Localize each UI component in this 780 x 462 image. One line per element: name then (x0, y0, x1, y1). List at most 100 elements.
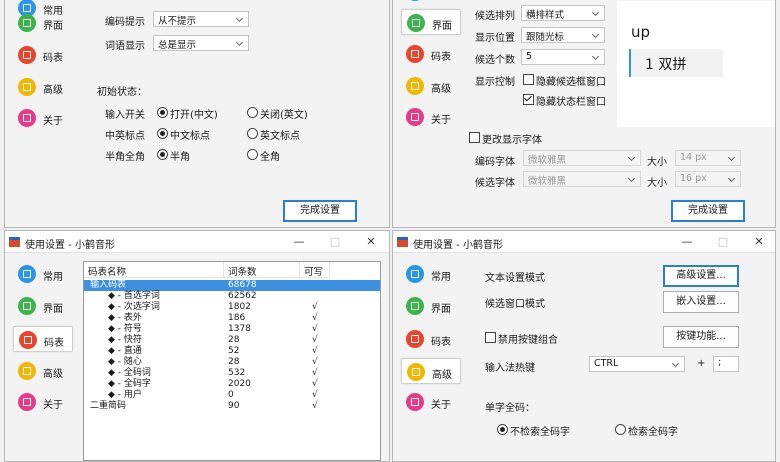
nav-item-about[interactable]: 关于 (13, 389, 73, 415)
cell-name: ◆ - 全码字 (108, 379, 151, 389)
code-table-list[interactable]: 码表名称 词条数 可写 输入码表 68678 ◆ - 首选字词 62562 ◆ - 次选… (83, 261, 381, 461)
cell-name: ◆ - 随心 (108, 357, 142, 367)
code-font-label: 编码字体 (475, 157, 515, 168)
nav-label: 常用 (431, 272, 451, 283)
half-width-radio[interactable]: 半角 (157, 148, 190, 163)
cell-writable: √ (312, 379, 318, 389)
table-row[interactable]: ◆ - 直通 52 √ (84, 346, 380, 357)
cell-count: 1802 (228, 302, 251, 312)
close-icon[interactable]: ✕ (359, 235, 383, 248)
cand-font-select[interactable]: 微软雅黑 (523, 171, 641, 187)
cell-writable: √ (312, 313, 318, 323)
nav-item-about[interactable]: 关于 (401, 104, 461, 130)
nav-label: 界面 (431, 304, 451, 315)
position-select[interactable]: 跟随光标 (521, 27, 605, 43)
cell-writable: √ (312, 335, 318, 345)
table-row[interactable]: ◆ - 随心 28 √ (84, 357, 380, 368)
table-row[interactable]: 二重简码 90 √ (84, 401, 380, 412)
cand-size-select[interactable]: 16 px (675, 171, 741, 187)
nav-item-ui[interactable]: 界面 (13, 10, 73, 36)
cell-count: 52 (228, 346, 240, 356)
hotkey-char-input[interactable]: ; (713, 356, 739, 372)
nav-item-table[interactable]: 码表 (401, 326, 461, 352)
table-row[interactable]: ◆ - 次选字词 1802 √ (84, 302, 380, 313)
code-font-select[interactable]: 微软雅黑 (523, 150, 641, 166)
nav-item-advanced[interactable]: 高级 (401, 73, 461, 99)
chinese-radio[interactable]: 打开(中文) (157, 106, 218, 121)
nav-item-table[interactable]: 码表 (401, 41, 461, 67)
disable-combo-checkbox[interactable]: 禁用按键组合 (485, 331, 558, 346)
col-header-name[interactable]: 码表名称 (84, 262, 224, 278)
nav-item-common[interactable]: 常用 (13, 261, 73, 287)
ui-icon (406, 297, 424, 315)
nav-item-table[interactable]: 码表 (13, 326, 73, 352)
search-radio[interactable]: 检索全码字 (615, 423, 678, 438)
en-punct-radio[interactable]: 英文标点 (247, 127, 300, 142)
cell-count: 90 (228, 401, 240, 411)
nav-item-common[interactable]: 常用 (401, 261, 461, 287)
minimize-icon[interactable]: — (675, 235, 699, 248)
nav-item-advanced[interactable]: 高级 (13, 358, 73, 384)
nav-label: 界面 (43, 21, 63, 32)
cell-name: ◆ - 次选字词 (108, 302, 160, 312)
full-width-radio[interactable]: 全角 (247, 148, 280, 163)
cell-name: ◆ - 快符 (108, 335, 142, 345)
nav-item-ui[interactable]: 界面 (401, 293, 461, 319)
maximize-icon[interactable]: □ (323, 235, 347, 248)
code-hint-select[interactable]: 从不提示 (153, 11, 249, 27)
table-row[interactable]: ◆ - 快符 28 √ (84, 335, 380, 346)
nav-label: 关于 (431, 115, 451, 126)
code-size-select[interactable]: 14 px (675, 150, 741, 166)
nav-label: 常用 (431, 0, 451, 1)
table-row[interactable]: ◆ - 符号 1378 √ (84, 324, 380, 335)
nav-item-ui[interactable]: 界面 (401, 9, 461, 35)
done-button[interactable]: 完成设置 (671, 200, 745, 222)
nav-item-table[interactable]: 码表 (13, 42, 73, 68)
english-radio[interactable]: 关闭(英文) (247, 106, 308, 121)
done-button[interactable]: 完成设置 (283, 200, 357, 222)
table-row[interactable]: ◆ - 用户 0 √ (84, 390, 380, 401)
table-row[interactable]: ◆ - 全码字 2020 √ (84, 379, 380, 390)
nav-item-ui[interactable]: 界面 (13, 293, 73, 319)
maximize-icon[interactable]: □ (711, 235, 735, 248)
nav-item-advanced[interactable]: 高级 (401, 358, 461, 384)
table-row[interactable]: ◆ - 全码词 532 √ (84, 368, 380, 379)
minimize-icon[interactable]: — (287, 235, 311, 248)
hide-candidate-checkbox[interactable]: 隐藏候选框窗口 (523, 73, 606, 88)
col-header-writable[interactable]: 可写 (300, 262, 330, 278)
arrange-label: 候选排列 (475, 11, 515, 22)
word-hint-select[interactable]: 总是显示 (153, 35, 249, 51)
app-icon (397, 237, 408, 247)
cand-font-label: 候选字体 (475, 178, 515, 189)
hotkey-select[interactable]: CTRL (589, 356, 685, 372)
embed-settings-button[interactable]: 嵌入设置... (663, 291, 739, 313)
cell-count: 186 (228, 313, 246, 323)
nav-item-common[interactable]: 常用 (401, 0, 461, 5)
hide-status-checkbox[interactable]: 隐藏状态栏窗口 (523, 93, 606, 108)
cell-writable: √ (312, 390, 318, 400)
ui-icon (407, 14, 425, 32)
nav-label: 高级 (43, 85, 63, 96)
table-row[interactable]: 输入码表 68678 (84, 280, 380, 291)
arrange-select[interactable]: 横排样式 (521, 5, 605, 21)
title-bar: 使用设置 - 小鹤音形 — □ ✕ (393, 231, 775, 253)
nav-label: 界面 (432, 21, 452, 32)
col-header-count[interactable]: 词条数 (224, 262, 300, 278)
close-icon[interactable]: ✕ (747, 235, 771, 248)
cell-count: 1378 (228, 324, 251, 334)
nav-item-about[interactable]: 关于 (13, 105, 73, 131)
no-search-radio[interactable]: 不检索全码字 (497, 423, 570, 438)
punct-label: 中英标点 (105, 131, 145, 142)
nav-item-advanced[interactable]: 高级 (13, 74, 73, 100)
key-function-button[interactable]: 按键功能... (663, 326, 739, 348)
table-row[interactable]: ◆ - 表外 186 √ (84, 313, 380, 324)
table-row[interactable]: ◆ - 首选字词 62562 (84, 291, 380, 302)
change-font-checkbox[interactable]: 更改显示字体 (469, 131, 542, 146)
advanced-settings-button[interactable]: 高级设置... (663, 265, 739, 287)
about-icon (18, 109, 36, 127)
cn-punct-radio[interactable]: 中文标点 (157, 127, 210, 142)
word-hint-label: 词语显示 (105, 41, 145, 52)
nav-item-about[interactable]: 关于 (401, 389, 461, 415)
cell-name: 输入码表 (90, 280, 127, 290)
count-select[interactable]: 5 (521, 49, 605, 65)
